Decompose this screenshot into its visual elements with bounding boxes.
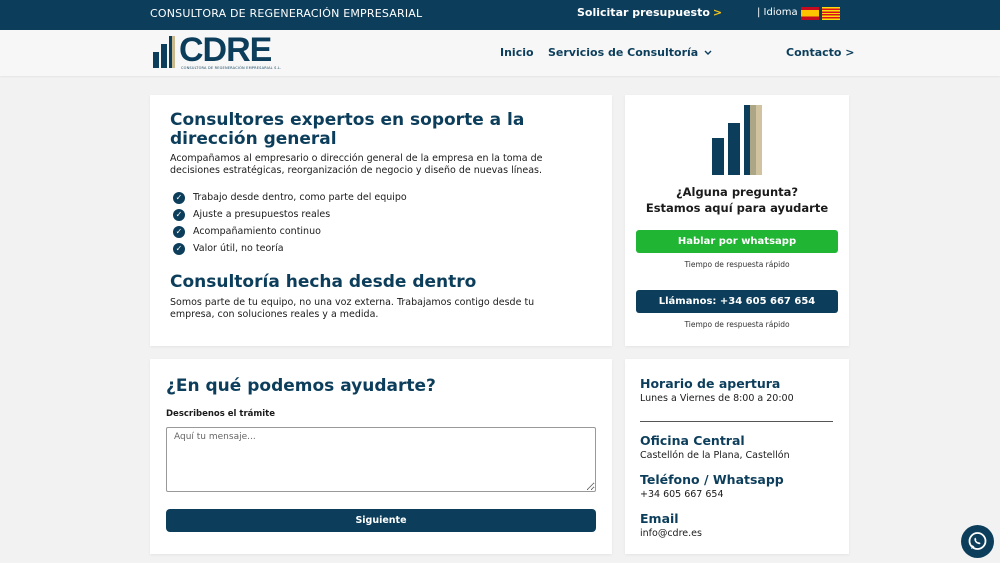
benefit-text: Trabajo desde dentro, como parte del equ… xyxy=(193,192,407,203)
form-title: ¿En qué podemos ayudarte? xyxy=(166,376,436,396)
whatsapp-icon xyxy=(968,532,987,550)
phone-value[interactable]: +34 605 667 654 xyxy=(640,489,724,500)
hours-value: Lunes a Viernes de 8:00 a 20:00 xyxy=(640,393,794,404)
logo-text: CDRE xyxy=(179,31,272,69)
check-icon: ✓ xyxy=(173,242,185,255)
response-time-note: Tiempo de respuesta rápido xyxy=(684,260,790,269)
intro-subtitle-text: Somos parte de tu equipo, no una voz ext… xyxy=(170,297,535,320)
chevron-down-icon xyxy=(704,50,712,55)
flag-spain-icon[interactable] xyxy=(801,7,819,20)
whatsapp-float-button[interactable] xyxy=(961,525,994,558)
language-label: | Idioma xyxy=(757,7,798,18)
contact-question-line1: ¿Alguna pregunta? xyxy=(675,185,799,199)
intro-title: Consultores expertos en soporte a la dir… xyxy=(170,110,525,149)
logo-bars-icon xyxy=(153,36,175,68)
intro-card: Consultores expertos en soporte a la dir… xyxy=(150,95,612,346)
top-bar: CONSULTORA DE REGENERACIÓN EMPRESARIAL S… xyxy=(0,0,1000,30)
check-icon: ✓ xyxy=(173,208,185,221)
call-button[interactable]: Llámanos: +34 605 667 654 xyxy=(636,290,838,313)
main-header: CDRE CONSULTORA DE REGENERACIÓN EMPRESAR… xyxy=(0,30,1000,76)
email-title: Email xyxy=(640,511,679,526)
response-time-note: Tiempo de respuesta rápido xyxy=(684,320,790,329)
list-item: ✓ Trabajo desde dentro, como parte del eq… xyxy=(173,189,407,206)
whatsapp-button[interactable]: Hablar por whatsapp xyxy=(636,230,838,253)
logo-subtitle: CONSULTORA DE REGENERACIÓN EMPRESARIAL S… xyxy=(181,66,282,70)
logo-bars-icon xyxy=(712,105,762,175)
list-item: ✓ Valor útil, no teoría xyxy=(173,240,407,257)
nav-inicio[interactable]: Inicio xyxy=(500,46,534,59)
check-icon: ✓ xyxy=(173,225,185,238)
nav-contacto[interactable]: Contacto > xyxy=(786,46,855,59)
divider xyxy=(640,421,833,422)
benefits-list: ✓ Trabajo desde dentro, como parte del eq… xyxy=(173,189,407,257)
tagline: CONSULTORA DE REGENERACIÓN EMPRESARIAL xyxy=(150,7,423,20)
help-form-card: ¿En qué podemos ayudarte? Describenos el… xyxy=(150,359,612,554)
nav-servicios-label: Servicios de Consultoría xyxy=(548,46,699,59)
list-item: ✓ Ajuste a presupuestos reales xyxy=(173,206,407,223)
contact-question: ¿Alguna pregunta? Estamos aquí para ayud… xyxy=(625,184,849,216)
check-icon: ✓ xyxy=(173,191,185,204)
hours-title: Horario de apertura xyxy=(640,376,781,391)
request-quote-arrow: > xyxy=(712,6,723,19)
intro-description: Acompañamos al empresario o dirección ge… xyxy=(170,153,543,176)
message-textarea[interactable] xyxy=(166,427,596,492)
cdre-logo[interactable]: CDRE CONSULTORA DE REGENERACIÓN EMPRESAR… xyxy=(153,31,282,72)
next-button[interactable]: Siguiente xyxy=(166,509,596,532)
email-value[interactable]: info@cdre.es xyxy=(640,528,702,539)
flag-catalonia-icon[interactable] xyxy=(822,7,840,20)
intro-subtitle: Consultoría hecha desde dentro xyxy=(170,272,477,292)
contact-card: ¿Alguna pregunta? Estamos aquí para ayud… xyxy=(625,95,849,346)
info-card: Horario de apertura Lunes a Viernes de 8… xyxy=(625,359,849,554)
benefit-text: Acompañamiento continuo xyxy=(193,226,321,237)
office-title: Oficina Central xyxy=(640,433,745,448)
message-label: Describenos el trámite xyxy=(166,409,276,419)
phone-title: Teléfono / Whatsapp xyxy=(640,472,784,487)
contact-question-line2: Estamos aquí para ayudarte xyxy=(645,201,829,215)
nav-servicios[interactable]: Servicios de Consultoría xyxy=(548,46,712,59)
list-item: ✓ Acompañamiento continuo xyxy=(173,223,407,240)
request-quote-link[interactable]: Solicitar presupuesto > xyxy=(577,6,722,19)
benefit-text: Valor útil, no teoría xyxy=(193,243,284,254)
office-value: Castellón de la Plana, Castellón xyxy=(640,450,790,461)
benefit-text: Ajuste a presupuestos reales xyxy=(193,209,331,220)
request-quote-label: Solicitar presupuesto xyxy=(577,6,710,19)
